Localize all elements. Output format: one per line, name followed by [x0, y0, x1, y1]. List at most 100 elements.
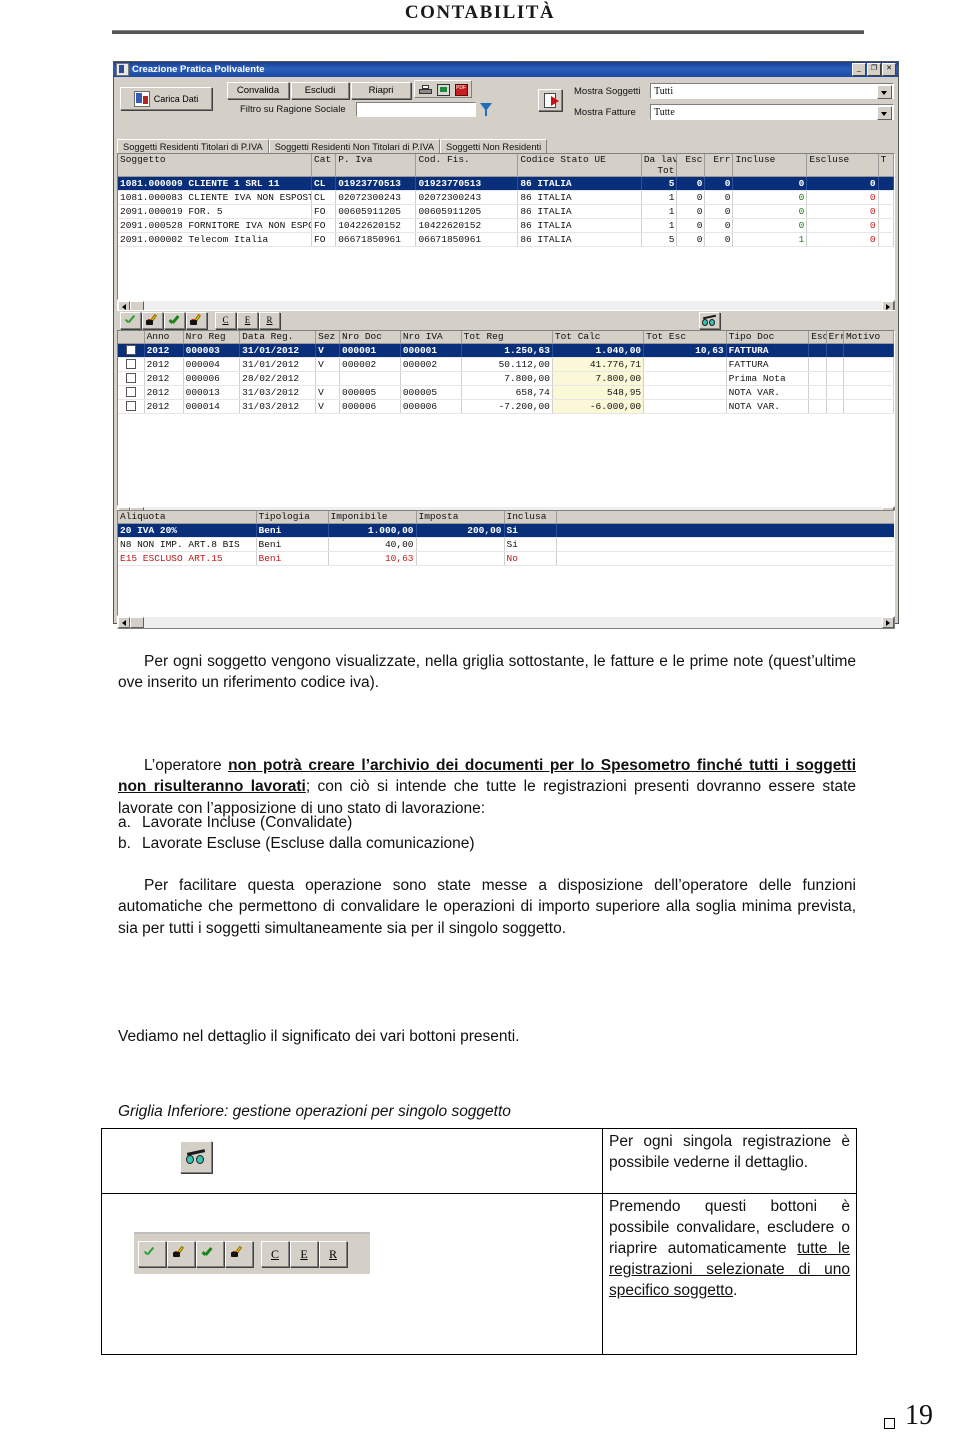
mostra-soggetti-select[interactable]: Tutti	[650, 83, 894, 99]
convalida-tutte-icon[interactable]	[164, 311, 185, 329]
column-header[interactable]: Escluse	[806, 154, 879, 177]
column-header[interactable]: Tot Calc	[552, 331, 645, 344]
column-header[interactable]: Imposta	[416, 511, 505, 524]
column-header[interactable]: Esc	[676, 154, 706, 177]
legend-convalida-tutte-icon[interactable]	[196, 1241, 224, 1267]
chevron-down-icon[interactable]	[877, 106, 892, 120]
scroll-left-arrow[interactable]	[118, 617, 130, 628]
convalida-riga-icon[interactable]	[120, 311, 141, 329]
row-checkbox[interactable]	[125, 401, 136, 412]
column-header[interactable]: Soggetto	[118, 154, 313, 177]
legend-button-c[interactable]: C	[261, 1241, 289, 1267]
table-row[interactable]: 2012 000014 31/03/2012 V 000006 000006 -7.200,…	[118, 399, 894, 414]
row-checkbox[interactable]	[125, 359, 136, 370]
legend-button-r[interactable]: R	[319, 1241, 347, 1267]
minimize-button[interactable]: _	[852, 63, 866, 76]
button-e[interactable]: E	[237, 311, 258, 329]
cell-checkbox[interactable]	[118, 371, 145, 386]
column-header[interactable]: Err	[704, 154, 734, 177]
legend-riapri-tutte-icon[interactable]	[225, 1241, 253, 1267]
riapri-tutte-icon[interactable]	[186, 311, 207, 329]
subjects-grid[interactable]: Soggetto Cat P. Iva Cod. Fis. Codice Sta…	[117, 153, 895, 300]
table-row[interactable]: N8 NON IMP. ART.8 BIS Beni 40,00 Si	[118, 537, 894, 552]
scroll-right-arrow[interactable]	[882, 617, 894, 628]
table-row[interactable]: 1081.000083 CLIENTE IVA NON ESPOSTA CL 020…	[118, 190, 894, 205]
maximize-button[interactable]: ❐	[867, 63, 881, 76]
row-checkbox[interactable]	[125, 387, 136, 398]
table-row[interactable]: 2091.000019 FOR. 5 FO 00605911205 006059112…	[118, 204, 894, 219]
column-header[interactable]: Sez	[315, 331, 341, 344]
column-header[interactable]: Cat	[311, 154, 337, 177]
column-header[interactable]: Nro Reg	[183, 331, 241, 344]
table-row[interactable]: 2012 000006 28/02/2012 7.800,00 7.800,00 Prim…	[118, 371, 894, 386]
column-header[interactable]: Esc	[808, 331, 827, 344]
scroll-track[interactable]	[144, 617, 882, 628]
registrations-grid[interactable]: Anno Nro Reg Data Reg. Sez Nro Doc Nro IVA Tot…	[117, 330, 895, 506]
button-c[interactable]: C	[215, 311, 236, 329]
cell-checkbox[interactable]	[118, 343, 145, 358]
cell-tot-reg: -7.200,00	[461, 399, 553, 414]
column-header[interactable]: Nro Doc	[339, 331, 401, 344]
convalida-button[interactable]: Convalida	[227, 82, 289, 99]
riapri-button[interactable]: Riapri	[351, 82, 411, 99]
print-button[interactable]	[416, 82, 434, 98]
row-checkbox[interactable]	[125, 373, 136, 384]
funnel-filter-icon[interactable]	[477, 101, 494, 118]
column-header[interactable]: Cod. Fis.	[415, 154, 519, 177]
legend-button-e[interactable]: E	[290, 1241, 318, 1267]
tab-soggetti-residenti-titolari[interactable]: Soggetti Residenti Titolari di P.IVA	[117, 139, 269, 153]
scroll-thumb[interactable]	[130, 617, 144, 628]
close-button[interactable]: ✕	[882, 63, 896, 76]
row-checkbox[interactable]	[125, 345, 136, 356]
filtro-input[interactable]	[356, 102, 476, 117]
column-header[interactable]: Data Reg.	[239, 331, 317, 344]
cell-checkbox[interactable]	[118, 385, 145, 400]
column-header[interactable]: Anno	[144, 331, 184, 344]
column-header[interactable]: P. Iva	[335, 154, 417, 177]
legend-riapri-riga-icon[interactable]	[167, 1241, 195, 1267]
screen-preview-button[interactable]	[434, 82, 452, 98]
chevron-down-icon[interactable]	[877, 85, 892, 99]
column-header[interactable]: Tot Esc	[643, 331, 727, 344]
column-header[interactable]: Codice Stato UE	[517, 154, 642, 177]
carica-dati-button[interactable]: Carica Dati	[120, 87, 212, 110]
table-row[interactable]: 2091.000002 Telecom Italia FO 06671850961 0…	[118, 232, 894, 247]
column-header[interactable]: T	[878, 154, 894, 177]
cell-checkbox[interactable]	[118, 399, 145, 414]
column-header[interactable]: Err	[826, 331, 844, 344]
table-row[interactable]: 2012 000004 31/01/2012 V 000002 000002 50.112,…	[118, 357, 894, 372]
table-row[interactable]: 2091.000528 FORNITORE IVA NON ESPOSTO FO 1…	[118, 218, 894, 233]
table-row[interactable]: 20 IVA 20% Beni 1.000,00 200,00 Si	[118, 523, 894, 538]
detail-binoculars-button[interactable]	[699, 311, 720, 329]
export-button[interactable]	[538, 89, 562, 111]
column-header[interactable]: Incluse	[732, 154, 808, 177]
mostra-fatture-select[interactable]: Tutte	[650, 104, 894, 120]
column-header[interactable]: Imponibile	[328, 511, 417, 524]
cell-escluse: 0	[806, 176, 879, 191]
column-header[interactable]: Nro IVA	[400, 331, 462, 344]
cell-data-reg: 28/02/2012	[239, 371, 317, 386]
column-header[interactable]	[118, 331, 145, 344]
detail-binoculars-button[interactable]	[180, 1141, 212, 1173]
table-row[interactable]: E15 ESCLUSO ART.15 Beni 10,63 No	[118, 551, 894, 566]
tab-soggetti-non-residenti[interactable]: Soggetti Non Residenti	[440, 139, 548, 153]
column-header[interactable]: Tipo Doc	[726, 331, 810, 344]
column-header[interactable]: Aliquota	[118, 511, 257, 524]
column-header[interactable]: Da lavorareTot	[641, 154, 678, 177]
button-r[interactable]: R	[259, 311, 280, 329]
column-header[interactable]: Motivo	[843, 331, 894, 344]
legend-convalida-riga-icon[interactable]	[138, 1241, 166, 1267]
cell-checkbox[interactable]	[118, 357, 145, 372]
table-row[interactable]: 1081.000009 CLIENTE 1 SRL 11 CL 0192377051…	[118, 176, 894, 191]
pdf-export-button[interactable]	[452, 82, 470, 98]
table-row[interactable]: 2012 000013 31/03/2012 V 000005 000005 658,74 5…	[118, 385, 894, 400]
vat-grid-hscrollbar[interactable]	[117, 616, 895, 629]
vat-grid[interactable]: Aliquota Tipologia Imponibile Imposta Inclus…	[117, 510, 895, 616]
column-header[interactable]: Tipologia	[256, 511, 329, 524]
column-header[interactable]: Tot Reg	[461, 331, 553, 344]
tab-soggetti-residenti-non-titolari[interactable]: Soggetti Residenti Non Titolari di P.IVA	[268, 139, 441, 153]
escludi-button[interactable]: Escludi	[291, 82, 349, 99]
table-row[interactable]: 2012 000003 31/01/2012 V 000001 000001 1.250,6…	[118, 343, 894, 358]
riapri-riga-icon[interactable]	[142, 311, 163, 329]
column-header[interactable]: Inclusa	[504, 511, 557, 524]
